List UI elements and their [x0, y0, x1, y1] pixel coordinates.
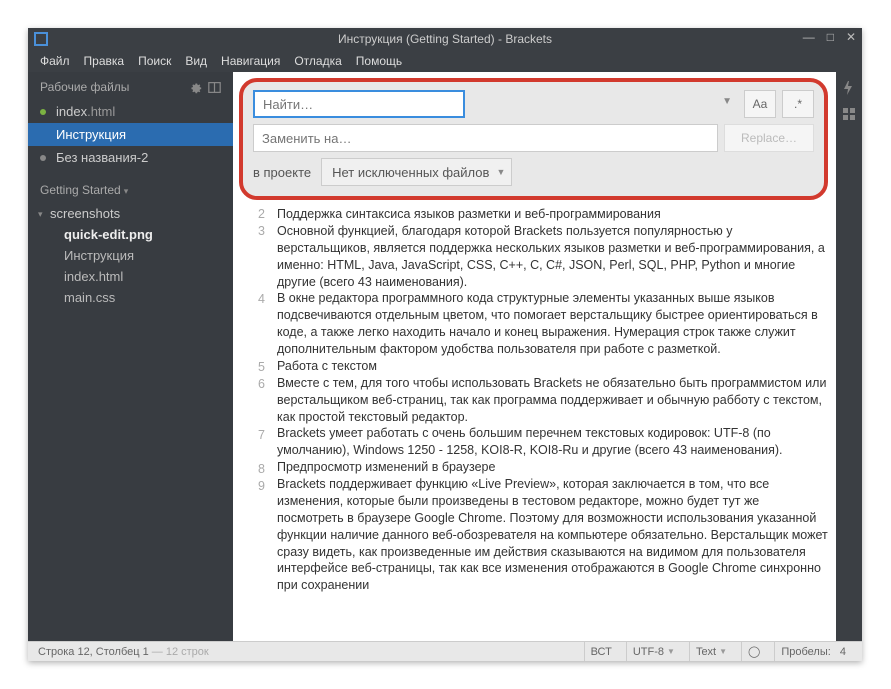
working-file[interactable]: Инструкция — [28, 123, 233, 146]
close-button[interactable]: ✕ — [846, 30, 856, 44]
exclude-dropdown[interactable]: Нет исключенных файлов▼ — [321, 158, 512, 186]
insert-mode[interactable]: ВСТ — [584, 642, 618, 661]
app-icon — [34, 32, 48, 46]
working-file[interactable]: index.html — [28, 100, 233, 123]
case-sensitive-toggle[interactable]: Aa — [744, 90, 776, 118]
menu-file[interactable]: Файл — [40, 54, 70, 68]
window-title: Инструкция (Getting Started) - Brackets — [338, 32, 552, 46]
cursor-position[interactable]: Строка 12, Столбец 1 — [38, 646, 149, 658]
file-item[interactable]: index.html — [28, 266, 233, 287]
split-icon[interactable] — [208, 81, 221, 94]
status-bar: Строка 12, Столбец 1 — 12 строк ВСТ UTF-… — [28, 641, 862, 661]
file-item[interactable]: Инструкция — [28, 245, 233, 266]
menu-edit[interactable]: Правка — [84, 54, 125, 68]
extensions-icon[interactable] — [841, 106, 857, 122]
minimize-button[interactable]: — — [803, 30, 815, 44]
gear-icon[interactable] — [189, 81, 202, 94]
scope-label: в проекте — [253, 165, 311, 180]
regex-toggle[interactable]: .* — [782, 90, 814, 118]
replace-button[interactable]: Replace… — [724, 124, 814, 152]
indent-selector[interactable]: Пробелы: 4 — [774, 642, 852, 661]
menu-view[interactable]: Вид — [185, 54, 207, 68]
working-files-list: index.html Инструкция Без названия-2 — [28, 100, 233, 169]
menu-bar: Файл Правка Поиск Вид Навигация Отладка … — [28, 50, 862, 72]
selection-info: — 12 строк — [149, 646, 209, 658]
menu-navigate[interactable]: Навигация — [221, 54, 280, 68]
sidebar: Рабочие файлы index.html Инструкция Без … — [28, 72, 233, 641]
find-input[interactable] — [253, 90, 465, 118]
language-selector[interactable]: Text▼ — [689, 642, 733, 661]
editor-area: ▼ Aa .* Replace… в проекте Нет исключенн… — [233, 72, 836, 641]
chevron-down-icon[interactable]: ▼ — [722, 96, 732, 107]
working-files-title: Рабочие файлы — [40, 80, 129, 94]
encoding-selector[interactable]: UTF-8▼ — [626, 642, 681, 661]
menu-find[interactable]: Поиск — [138, 54, 171, 68]
title-bar: Инструкция (Getting Started) - Brackets … — [28, 28, 862, 50]
live-preview-icon[interactable] — [841, 80, 857, 96]
maximize-button[interactable]: □ — [827, 30, 834, 44]
folder-item[interactable]: screenshots — [28, 203, 233, 224]
menu-help[interactable]: Помощь — [356, 54, 402, 68]
right-toolbar — [836, 72, 862, 641]
find-replace-panel: ▼ Aa .* Replace… в проекте Нет исключенн… — [239, 78, 828, 200]
code-editor[interactable]: 23456789 Поддержка синтаксиса языков раз… — [233, 204, 836, 641]
project-dropdown[interactable]: Getting Started▾ — [28, 169, 233, 201]
replace-input[interactable] — [253, 124, 718, 152]
working-file[interactable]: Без названия-2 — [28, 146, 233, 169]
lint-status[interactable]: ◯ — [741, 642, 766, 661]
file-item[interactable]: main.css — [28, 287, 233, 308]
menu-debug[interactable]: Отладка — [294, 54, 341, 68]
file-item[interactable]: quick-edit.png — [28, 224, 233, 245]
